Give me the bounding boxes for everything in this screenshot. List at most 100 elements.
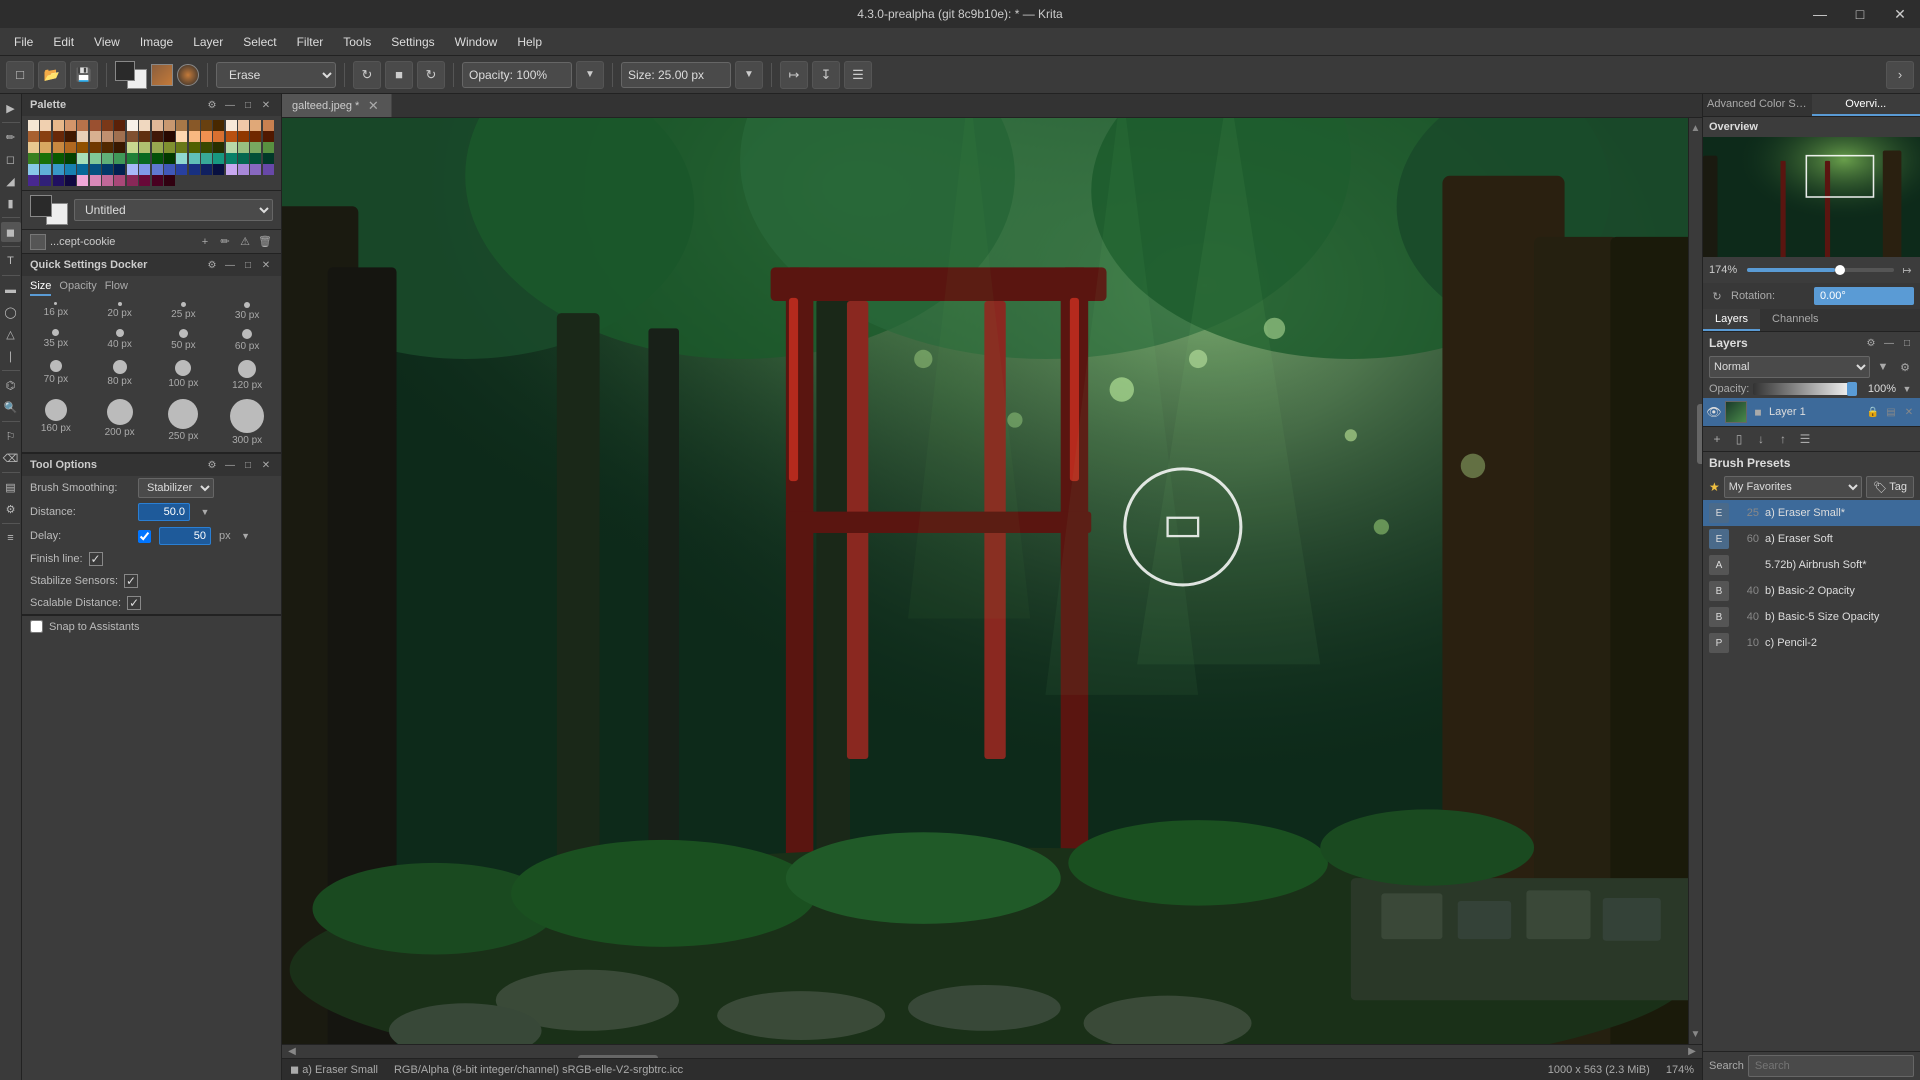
palette-color-103[interactable] <box>65 175 76 186</box>
tool-freehand[interactable]: ✏ <box>1 127 21 147</box>
blend-settings-btn[interactable]: ⚙ <box>1896 358 1914 376</box>
palette-color-4[interactable] <box>77 120 88 131</box>
brush-preset-selector[interactable]: Erase Paint Fill <box>216 62 336 88</box>
scroll-down-btn[interactable]: ▼ <box>1691 1024 1701 1044</box>
palette-color-44[interactable] <box>77 142 88 153</box>
tab-size[interactable]: Size <box>30 278 51 296</box>
zoom-expand-btn[interactable]: ↦ <box>1900 263 1914 277</box>
palette-color-45[interactable] <box>90 142 101 153</box>
brush-size-item-9[interactable]: 80 px <box>90 358 150 393</box>
palette-color-110[interactable] <box>152 175 163 186</box>
layers-settings-btn[interactable]: ⚙ <box>1864 336 1878 350</box>
brush-edit-btn[interactable]: ✏ <box>217 234 233 250</box>
palette-color-90[interactable] <box>152 164 163 175</box>
palette-color-63[interactable] <box>65 153 76 164</box>
palette-minimize-btn[interactable]: — <box>223 98 237 112</box>
palette-color-88[interactable] <box>127 164 138 175</box>
scroll-right-btn[interactable]: ▶ <box>1682 1046 1702 1057</box>
palette-color-38[interactable] <box>250 131 261 142</box>
layer-alpha-lock-btn[interactable]: ▤ <box>1884 405 1898 419</box>
h-scroll-thumb[interactable] <box>578 1055 658 1059</box>
layer-name-select[interactable]: Untitled <box>74 199 273 221</box>
brush-smoothing-select[interactable]: Stabilizer None Basic <box>138 478 214 498</box>
palette-color-102[interactable] <box>53 175 64 186</box>
palette-color-86[interactable] <box>102 164 113 175</box>
layer-lock-btn[interactable]: 🔒 <box>1866 405 1880 419</box>
palette-color-6[interactable] <box>102 120 113 131</box>
palette-color-96[interactable] <box>226 164 237 175</box>
palette-color-105[interactable] <box>90 175 101 186</box>
brush-size-item-10[interactable]: 100 px <box>154 358 214 393</box>
menu-file[interactable]: File <box>4 31 43 53</box>
palette-color-101[interactable] <box>40 175 51 186</box>
palette-color-27[interactable] <box>114 131 125 142</box>
canvas-tab-main[interactable]: galteed.jpeg * ✕ <box>282 94 392 117</box>
palette-color-24[interactable] <box>77 131 88 142</box>
to-minimize-btn[interactable]: — <box>223 458 237 472</box>
horizontal-scrollbar[interactable]: ◀ ▶ <box>282 1044 1702 1058</box>
layer-visibility-btn[interactable]: 👁 <box>1707 405 1721 419</box>
palette-color-106[interactable] <box>102 175 113 186</box>
zoom-slider-track[interactable] <box>1747 268 1894 272</box>
menu-help[interactable]: Help <box>507 31 552 53</box>
palette-color-65[interactable] <box>90 153 101 164</box>
opacity-slider[interactable] <box>1753 383 1857 395</box>
bp-item-basic5[interactable]: B 40 b) Basic-5 Size Opacity <box>1703 604 1920 630</box>
rotation-input[interactable] <box>1814 287 1914 305</box>
fg-color-swatch[interactable] <box>30 195 52 217</box>
palette-color-42[interactable] <box>53 142 64 153</box>
bp-item-pencil2[interactable]: P 10 c) Pencil-2 <box>1703 630 1920 656</box>
scroll-left-btn[interactable]: ◀ <box>282 1046 302 1057</box>
expand-button[interactable]: › <box>1886 61 1914 89</box>
brush-size-item-7[interactable]: 60 px <box>217 327 277 354</box>
palette-color-69[interactable] <box>139 153 150 164</box>
palette-color-40[interactable] <box>28 142 39 153</box>
brush-size-item-6[interactable]: 50 px <box>154 327 214 354</box>
opacity-control[interactable]: Opacity: 100% <box>462 62 572 88</box>
tool-options-small[interactable]: ≡ <box>1 528 21 548</box>
tab-flow[interactable]: Flow <box>105 278 128 296</box>
palette-color-7[interactable] <box>114 120 125 131</box>
palette-color-104[interactable] <box>77 175 88 186</box>
foreground-color[interactable] <box>115 61 135 81</box>
palette-color-92[interactable] <box>176 164 187 175</box>
palette-color-16[interactable] <box>226 120 237 131</box>
palette-color-83[interactable] <box>65 164 76 175</box>
palette-color-97[interactable] <box>238 164 249 175</box>
palette-color-54[interactable] <box>201 142 212 153</box>
palette-color-17[interactable] <box>238 120 249 131</box>
rotate-button[interactable]: ↻ <box>417 61 445 89</box>
palette-color-99[interactable] <box>263 164 274 175</box>
palette-color-49[interactable] <box>139 142 150 153</box>
delay-input[interactable] <box>159 527 211 545</box>
palette-color-20[interactable] <box>28 131 39 142</box>
tool-move[interactable]: ⚙ <box>1 499 21 519</box>
to-close-btn[interactable]: ✕ <box>259 458 273 472</box>
layers-float-btn[interactable]: □ <box>1900 336 1914 350</box>
menu-view[interactable]: View <box>84 31 130 53</box>
palette-color-94[interactable] <box>201 164 212 175</box>
palette-color-10[interactable] <box>152 120 163 131</box>
close-button[interactable]: ✕ <box>1880 0 1920 28</box>
palette-color-23[interactable] <box>65 131 76 142</box>
tab-channels[interactable]: Channels <box>1760 309 1830 331</box>
palette-color-98[interactable] <box>250 164 261 175</box>
brush-size-item-14[interactable]: 250 px <box>154 397 214 448</box>
duplicate-layer-btn[interactable]: ▯ <box>1729 429 1749 449</box>
palette-color-93[interactable] <box>189 164 200 175</box>
size-down-button[interactable]: ▼ <box>735 61 763 89</box>
palette-color-25[interactable] <box>90 131 101 142</box>
brush-size-item-2[interactable]: 25 px <box>154 300 214 323</box>
menu-settings[interactable]: Settings <box>381 31 444 53</box>
palette-color-43[interactable] <box>65 142 76 153</box>
brush-warning-btn[interactable]: ⚠ <box>237 234 253 250</box>
maximize-button[interactable]: □ <box>1840 0 1880 28</box>
palette-color-75[interactable] <box>213 153 224 164</box>
brush-selector[interactable] <box>177 64 199 86</box>
palette-color-2[interactable] <box>53 120 64 131</box>
palette-color-67[interactable] <box>114 153 125 164</box>
palette-color-60[interactable] <box>28 153 39 164</box>
bp-item-airbrush[interactable]: A 5.72b) Airbrush Soft* <box>1703 552 1920 578</box>
palette-color-30[interactable] <box>152 131 163 142</box>
palette-color-14[interactable] <box>201 120 212 131</box>
